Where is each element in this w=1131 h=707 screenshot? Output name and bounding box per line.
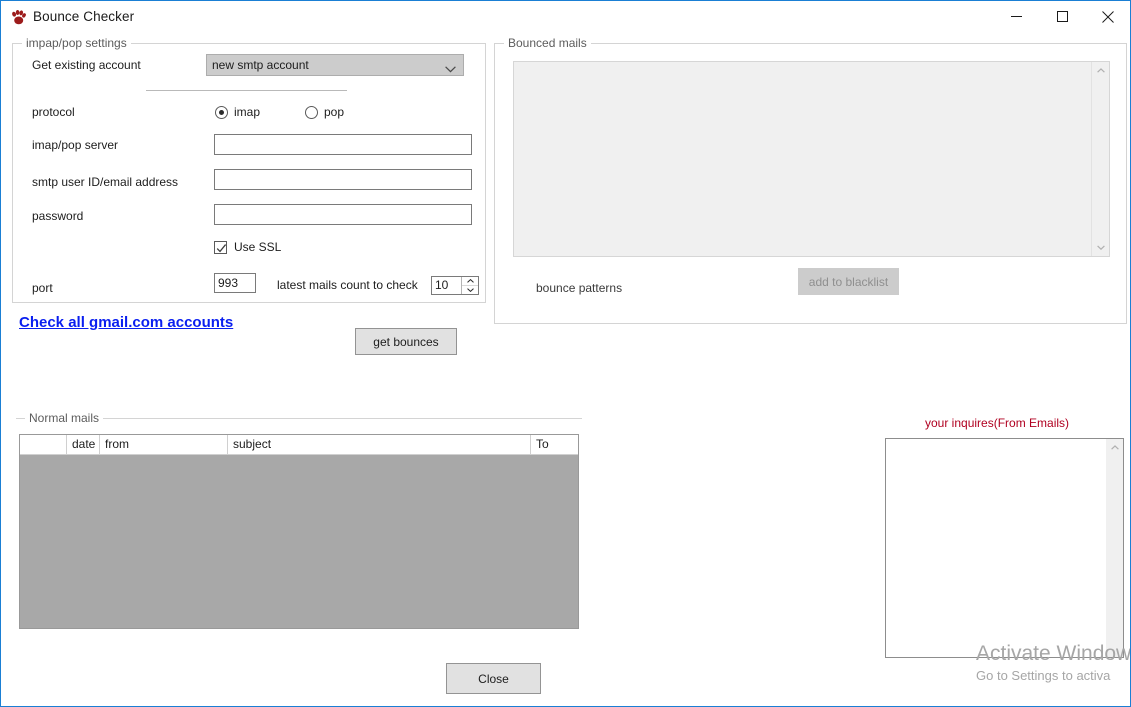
your-inquires-label: your inquires(From Emails) xyxy=(925,416,1070,430)
get-bounces-button[interactable]: get bounces xyxy=(355,328,457,355)
normal-mails-grid-body[interactable] xyxy=(20,455,578,628)
protocol-radio-imap-label: imap xyxy=(234,105,261,119)
port-input[interactable] xyxy=(214,273,256,293)
protocol-label: protocol xyxy=(32,105,75,119)
your-inquires-scrollbar[interactable] xyxy=(1106,439,1123,657)
port-label: port xyxy=(32,281,53,295)
imap-pop-settings-group-label: impap/pop settings xyxy=(22,36,131,50)
password-input[interactable] xyxy=(214,204,472,225)
bounced-mails-group-label: Bounced mails xyxy=(504,36,591,50)
latest-mails-count-stepper[interactable]: 10 xyxy=(431,276,479,295)
latest-mails-count-label: latest mails count to check xyxy=(277,278,418,292)
use-ssl-checkbox[interactable]: Use SSL xyxy=(214,240,281,254)
protocol-radio-pop[interactable]: pop xyxy=(305,105,344,119)
get-existing-account-label: Get existing account xyxy=(32,58,141,72)
imap-pop-server-input[interactable] xyxy=(214,134,472,155)
stepper-buttons[interactable] xyxy=(461,277,478,294)
imap-pop-server-label: imap/pop server xyxy=(32,138,119,152)
protocol-radio-pop-label: pop xyxy=(324,105,345,119)
column-header-subject[interactable]: subject xyxy=(228,435,531,454)
smtp-user-id-input[interactable] xyxy=(214,169,472,190)
close-icon[interactable] xyxy=(1085,1,1130,32)
maximize-icon[interactable] xyxy=(1039,1,1085,32)
column-header-select[interactable] xyxy=(20,435,67,454)
paw-print-icon xyxy=(10,9,27,26)
use-ssl-label: Use SSL xyxy=(234,240,282,254)
bounce-patterns-label: bounce patterns xyxy=(536,281,623,295)
latest-mails-count-value: 10 xyxy=(435,278,449,292)
bounced-mails-scrollbar[interactable] xyxy=(1091,62,1109,256)
watermark-subtitle: Go to Settings to activa xyxy=(976,668,1111,683)
stepper-down-icon[interactable] xyxy=(462,286,478,294)
scroll-up-icon[interactable] xyxy=(1106,439,1123,456)
protocol-radio-imap[interactable]: imap xyxy=(215,105,260,119)
radio-unselected-icon xyxy=(305,105,318,119)
bounced-mails-list[interactable] xyxy=(513,61,1110,257)
scroll-down-icon[interactable] xyxy=(1092,239,1109,256)
window-title: Bounce Checker xyxy=(33,9,135,24)
your-inquires-textbox[interactable] xyxy=(885,438,1124,658)
chevron-down-icon xyxy=(445,59,456,75)
column-header-from[interactable]: from xyxy=(100,435,228,454)
close-button[interactable]: Close xyxy=(446,663,541,694)
normal-mails-group-label: Normal mails xyxy=(25,411,104,425)
normal-mails-grid[interactable]: date from subject To xyxy=(19,434,579,629)
title-bar: Bounce Checker xyxy=(1,1,1130,33)
get-existing-account-value: new smtp account xyxy=(212,58,309,72)
add-to-blacklist-button[interactable]: add to blacklist xyxy=(798,268,899,295)
password-label: password xyxy=(32,209,84,223)
settings-separator xyxy=(146,90,347,91)
column-header-date[interactable]: date xyxy=(67,435,100,454)
checkbox-checked-icon xyxy=(214,240,227,254)
smtp-user-id-label: smtp user ID/email address xyxy=(32,175,179,189)
radio-selected-icon xyxy=(215,105,228,119)
get-existing-account-combobox[interactable]: new smtp account xyxy=(206,54,464,76)
check-all-gmail-accounts-link[interactable]: Check all gmail.com accounts xyxy=(19,314,233,331)
minimize-icon[interactable] xyxy=(993,1,1039,32)
normal-mails-grid-header: date from subject To xyxy=(20,435,578,455)
stepper-up-icon[interactable] xyxy=(462,277,478,286)
column-header-to[interactable]: To xyxy=(531,435,578,454)
scroll-up-icon[interactable] xyxy=(1092,62,1109,79)
application-window: Bounce Checker impap/pop settings Get ex… xyxy=(0,0,1131,707)
